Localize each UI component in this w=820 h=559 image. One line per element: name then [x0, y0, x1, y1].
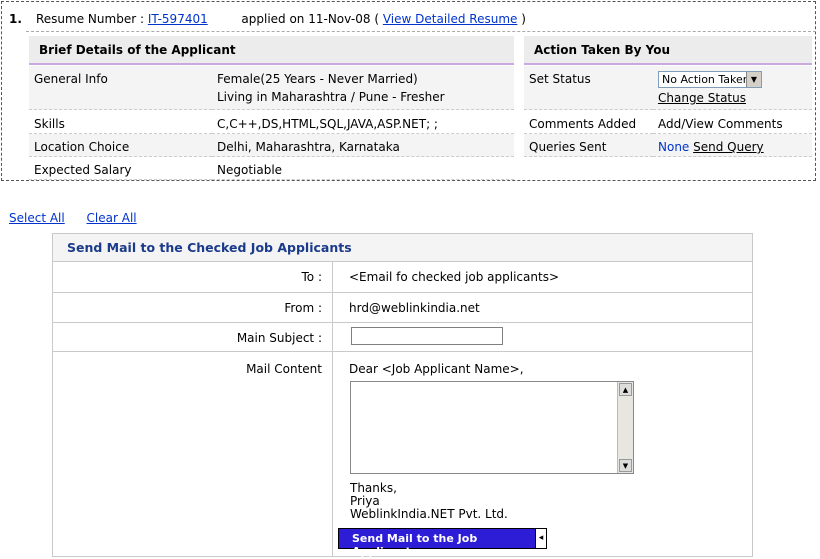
general-info-value: Female(25 Years - Never Married) Living …	[212, 66, 514, 110]
send-mail-panel: Send Mail to the Checked Job Applicants …	[52, 233, 753, 558]
chevron-down-icon[interactable]: ▼	[746, 72, 761, 87]
to-value: <Email fo checked job applicants>	[349, 270, 559, 284]
subject-label: Main Subject :	[53, 323, 333, 351]
select-all-link[interactable]: Select All	[9, 211, 65, 225]
to-row: To : <Email fo checked job applicants>	[53, 262, 752, 293]
clear-all-link[interactable]: Clear All	[87, 211, 137, 225]
queries-sent-cell: None Send Query	[653, 134, 812, 157]
status-select[interactable]: No Action Taken ▼	[658, 71, 762, 88]
arrow-left-icon: ◂	[535, 528, 547, 549]
expected-salary-value: Negotiable	[212, 157, 514, 180]
mail-panel-title: Send Mail to the Checked Job Applicants	[53, 234, 752, 262]
add-view-comments-link[interactable]: Add/View Comments	[653, 111, 812, 134]
queries-sent-label: Queries Sent	[524, 134, 653, 157]
selection-links: Select All Clear All	[9, 211, 155, 225]
action-taken-header: Action Taken By You	[524, 36, 812, 65]
scroll-down-icon[interactable]: ▼	[619, 459, 632, 472]
queries-none-value: None	[658, 140, 690, 154]
to-label: To :	[53, 262, 333, 292]
change-status-link[interactable]: Change Status	[658, 91, 746, 105]
applied-date-text: applied on 11-Nov-08 (	[241, 12, 380, 26]
resume-number-label: Resume Number :	[36, 12, 144, 26]
skills-value: C,C++,DS,HTML,SQL,JAVA,ASP.NET; ;	[212, 111, 514, 134]
scroll-up-icon[interactable]: ▲	[619, 383, 632, 396]
mail-content-textarea[interactable]: ▲ ▼	[350, 381, 634, 474]
subject-input[interactable]	[351, 327, 503, 345]
set-status-label: Set Status	[524, 66, 653, 110]
comments-added-label: Comments Added	[524, 111, 653, 134]
greeting-text: Dear <Job Applicant Name>,	[349, 362, 524, 376]
send-query-link[interactable]: Send Query	[693, 140, 764, 154]
general-info-label: General Info	[29, 66, 212, 110]
skills-label: Skills	[29, 111, 212, 134]
resume-header-line: Resume Number : IT-597401 applied on 11-…	[36, 12, 526, 26]
divider	[26, 31, 816, 32]
location-choice-label: Location Choice	[29, 134, 212, 157]
from-value: hrd@weblinkindia.net	[349, 301, 480, 315]
textarea-scrollbar[interactable]: ▲ ▼	[617, 382, 633, 473]
resume-index: 1.	[9, 12, 22, 26]
mail-content-label: Mail Content	[53, 352, 333, 556]
view-detailed-resume-link[interactable]: View Detailed Resume	[383, 12, 518, 26]
expected-salary-label: Expected Salary	[29, 157, 212, 180]
resume-number-link[interactable]: IT-597401	[148, 12, 208, 26]
send-mail-button[interactable]: Send Mail to the Job Applicants ◂	[338, 528, 547, 558]
from-row: From : hrd@weblinkindia.net	[53, 293, 752, 323]
location-choice-value: Delhi, Maharashtra, Karnataka	[212, 134, 514, 157]
subject-row: Main Subject :	[53, 323, 752, 352]
from-label: From :	[53, 293, 333, 322]
signature-block: Thanks, Priya WeblinkIndia.NET Pvt. Ltd.	[350, 481, 508, 521]
brief-details-header: Brief Details of the Applicant	[29, 36, 514, 65]
